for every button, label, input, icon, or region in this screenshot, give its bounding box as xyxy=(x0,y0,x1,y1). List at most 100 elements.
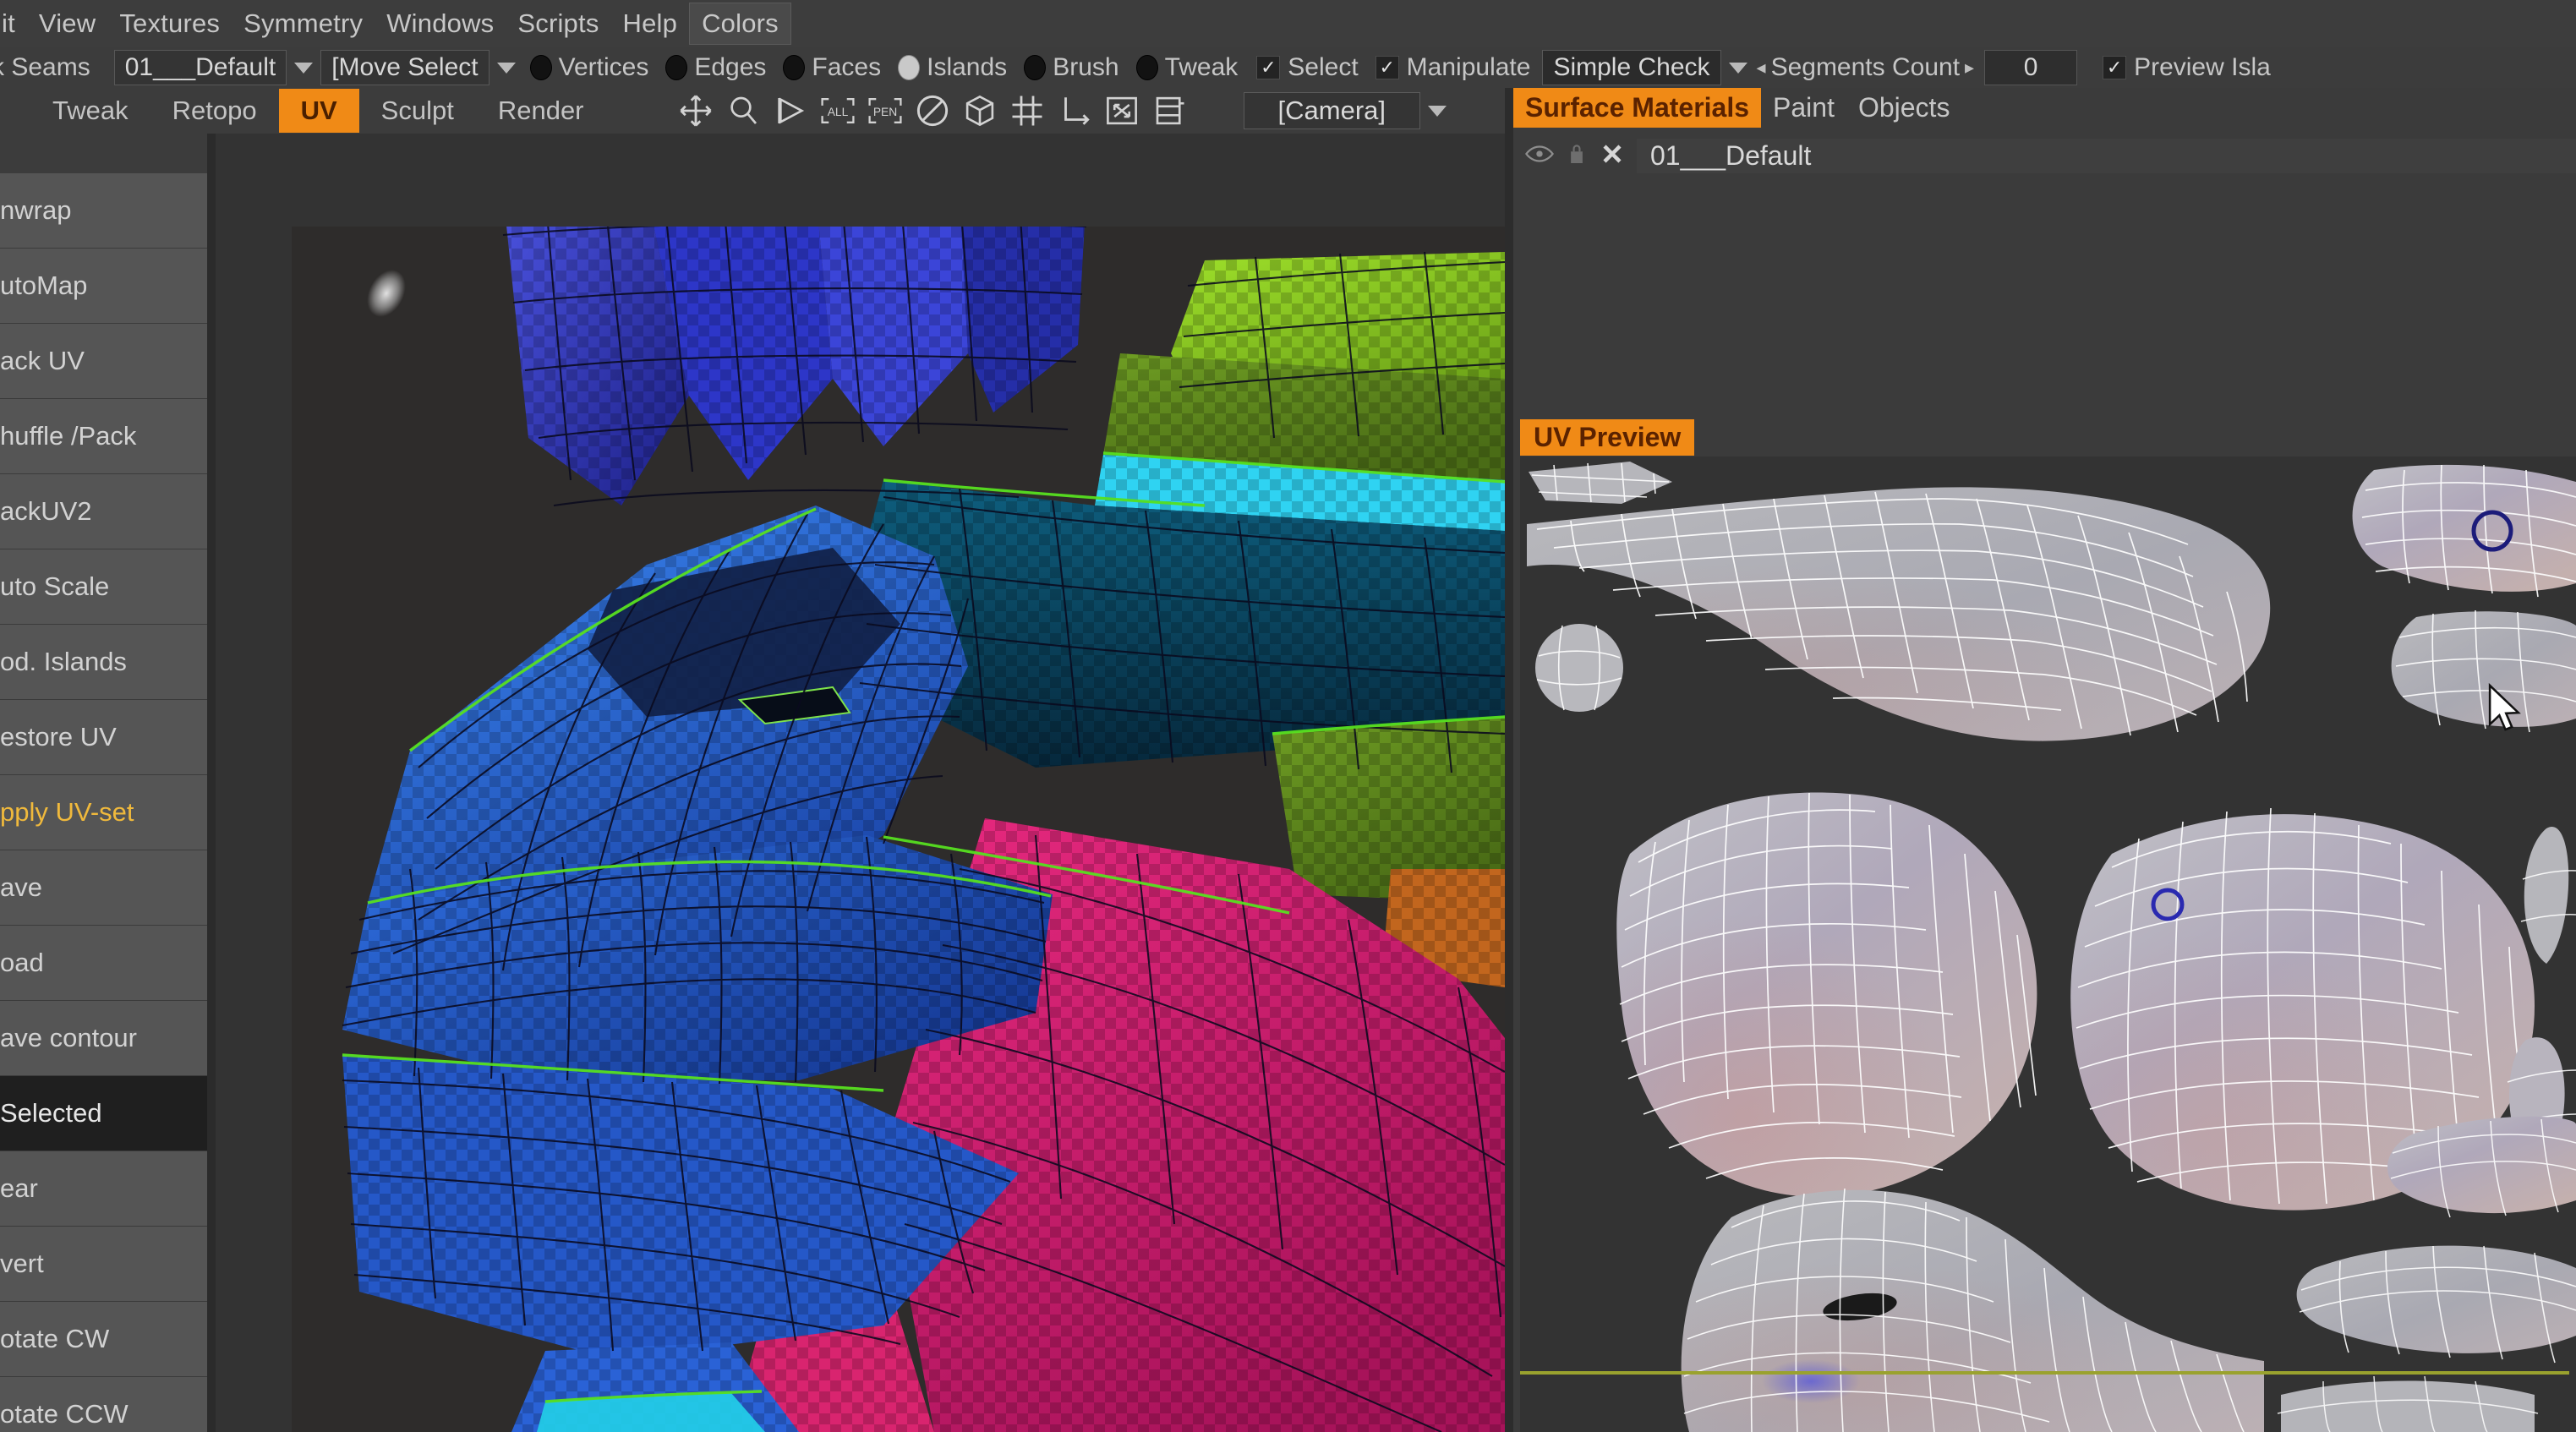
play-triangle-icon[interactable] xyxy=(767,90,814,131)
sidebar-item-shuffle-pack[interactable]: huffle /Pack xyxy=(0,399,216,474)
sidebar-item-restore-uv[interactable]: estore UV xyxy=(0,700,216,775)
check-mode-select[interactable]: Simple Check xyxy=(1542,50,1721,85)
segments-count-input[interactable]: 0 xyxy=(1984,50,2078,85)
tab-paint[interactable]: Paint xyxy=(1761,88,1846,128)
tab-uv[interactable]: UV xyxy=(278,89,359,133)
tab-tweak[interactable]: Tweak xyxy=(30,89,150,133)
sidebar-item-rotate-ccw[interactable]: otate CCW xyxy=(0,1377,216,1432)
menu-item-edit[interactable]: it xyxy=(0,5,27,42)
checkbox-select[interactable]: ✓ Select xyxy=(1256,53,1359,82)
fit-screen-icon[interactable] xyxy=(1098,90,1146,131)
checkbox-preview-islands[interactable]: ✓ Preview Isla xyxy=(2103,53,2271,82)
mode-tweak[interactable]: Tweak xyxy=(1135,53,1238,82)
select-all-icon[interactable]: ALL xyxy=(814,90,861,131)
sidebar-item-rotate-cw[interactable]: otate CW xyxy=(0,1302,216,1377)
lock-icon[interactable] xyxy=(1567,142,1586,170)
material-list xyxy=(1513,179,2576,414)
sidebar-item-load[interactable]: oad xyxy=(0,926,216,1001)
uv-tools-sidebar: nwrap utoMap ack UV huffle /Pack ackUV2 … xyxy=(0,173,216,1432)
menu-item-symmetry[interactable]: Symmetry xyxy=(232,5,375,42)
radio-faces-icon[interactable] xyxy=(783,55,806,80)
sidebar-item-pack-uv[interactable]: ack UV xyxy=(0,324,216,399)
tab-objects[interactable]: Objects xyxy=(1846,88,1961,128)
sidebar-item-clear[interactable]: ear xyxy=(0,1151,216,1227)
checkbox-manipulate-label: Manipulate xyxy=(1406,53,1531,81)
3d-viewport[interactable] xyxy=(216,134,1505,1432)
tab-surface-materials[interactable]: Surface Materials xyxy=(1513,87,1762,128)
radio-edges-icon[interactable] xyxy=(665,55,688,80)
menu-item-colors[interactable]: Colors xyxy=(689,3,791,45)
sidebar-item-invert[interactable]: vert xyxy=(0,1227,216,1302)
uv-preview-canvas[interactable] xyxy=(1520,456,2576,1432)
checkbox-select-box[interactable]: ✓ xyxy=(1256,56,1281,79)
uv-preview-title[interactable]: UV Preview xyxy=(1520,419,1695,456)
menu-bar: it View Textures Symmetry Windows Script… xyxy=(0,0,2576,47)
menu-item-scripts[interactable]: Scripts xyxy=(506,5,610,42)
uv-islands-map xyxy=(1520,456,2576,1432)
right-panel: Surface Materials Paint Objects 01___Def… xyxy=(1513,87,2576,1432)
menu-item-help[interactable]: Help xyxy=(611,5,690,42)
mark-seams-label[interactable]: k Seams xyxy=(0,53,99,82)
chevron-down-icon-2[interactable] xyxy=(496,62,516,74)
layers-box-icon[interactable] xyxy=(1146,90,1193,131)
tab-render[interactable]: Render xyxy=(476,89,606,133)
sidebar-item-save-contour[interactable]: ave contour xyxy=(0,1001,216,1076)
viewport-panel-divider[interactable] xyxy=(1505,88,1513,1432)
camera-select[interactable]: [Camera] xyxy=(1243,92,1420,129)
menu-item-windows[interactable]: Windows xyxy=(375,5,506,42)
segments-decrement-icon[interactable]: ◂ xyxy=(1755,57,1768,79)
application-window: it View Textures Symmetry Windows Script… xyxy=(0,0,2576,1432)
sidebar-item-auto-scale[interactable]: uto Scale xyxy=(0,549,216,625)
mode-brush[interactable]: Brush xyxy=(1024,53,1119,82)
checkbox-preview-islands-label: Preview Isla xyxy=(2134,53,2271,81)
sidebar-item-save[interactable]: ave xyxy=(0,850,216,926)
camera-chevron-down-icon[interactable] xyxy=(1428,105,1447,117)
sidebar-item-mod-islands[interactable]: od. Islands xyxy=(0,625,216,700)
3d-model-mesh xyxy=(292,227,1505,1432)
tab-retopo[interactable]: Retopo xyxy=(150,89,279,133)
move-icon[interactable] xyxy=(672,90,719,131)
tab-sculpt[interactable]: Sculpt xyxy=(359,89,476,133)
magnify-icon[interactable] xyxy=(719,90,767,131)
uv-options-toolbar: k Seams 01___Default [Move Select Vertic… xyxy=(0,47,2576,88)
sidebar-item-automap[interactable]: utoMap xyxy=(0,249,216,324)
close-icon[interactable] xyxy=(1600,141,1625,171)
chevron-down-icon-3[interactable] xyxy=(1728,62,1747,74)
checkbox-manipulate-box[interactable]: ✓ xyxy=(1375,56,1399,79)
sidebar-item-unwrap[interactable]: nwrap xyxy=(0,173,216,249)
grid-icon[interactable] xyxy=(1004,90,1051,131)
material-name-label[interactable]: 01___Default xyxy=(1637,138,2576,173)
radio-vertices-icon[interactable] xyxy=(529,55,552,80)
mode-vertices-label: Vertices xyxy=(558,53,649,81)
radio-tweak-icon[interactable] xyxy=(1135,55,1158,80)
material-list-row[interactable]: 01___Default xyxy=(1513,132,2576,179)
uv-preview-header: UV Preview xyxy=(1520,419,2576,456)
no-symbol-icon[interactable] xyxy=(909,90,956,131)
checkbox-preview-islands-box[interactable]: ✓ xyxy=(2103,56,2127,79)
segments-count-label: Segments Count xyxy=(1770,53,1961,81)
svg-text:ALL: ALL xyxy=(827,106,848,118)
transform-mode-select[interactable]: [Move Select xyxy=(320,50,489,85)
mode-faces[interactable]: Faces xyxy=(783,53,881,82)
uv-preview-baseline xyxy=(1520,1371,2569,1375)
sidebar-item-packuv2[interactable]: ackUV2 xyxy=(0,474,216,549)
sidebar-viewport-divider[interactable] xyxy=(207,134,216,1432)
material-select[interactable]: 01___Default xyxy=(113,50,287,85)
radio-islands-icon[interactable] xyxy=(898,55,921,80)
axis-icon[interactable] xyxy=(1051,90,1098,131)
checkbox-manipulate[interactable]: ✓ Manipulate xyxy=(1375,53,1531,82)
sidebar-item-selected[interactable]: Selected xyxy=(0,1076,216,1151)
pen-icon[interactable]: PEN xyxy=(861,90,909,131)
menu-item-textures[interactable]: Textures xyxy=(107,5,232,42)
cube-icon[interactable] xyxy=(956,90,1004,131)
sidebar-item-apply-uv-set[interactable]: pply UV-set xyxy=(0,775,216,850)
eye-icon[interactable] xyxy=(1525,144,1554,168)
right-panel-tabs: Surface Materials Paint Objects xyxy=(1513,87,1961,128)
mode-vertices[interactable]: Vertices xyxy=(529,53,649,82)
menu-item-view[interactable]: View xyxy=(27,5,107,42)
mode-islands[interactable]: Islands xyxy=(898,53,1007,82)
radio-brush-icon[interactable] xyxy=(1024,55,1047,80)
mode-edges[interactable]: Edges xyxy=(665,53,766,82)
segments-increment-icon[interactable]: ▸ xyxy=(1963,57,1976,79)
chevron-down-icon[interactable] xyxy=(294,62,314,74)
